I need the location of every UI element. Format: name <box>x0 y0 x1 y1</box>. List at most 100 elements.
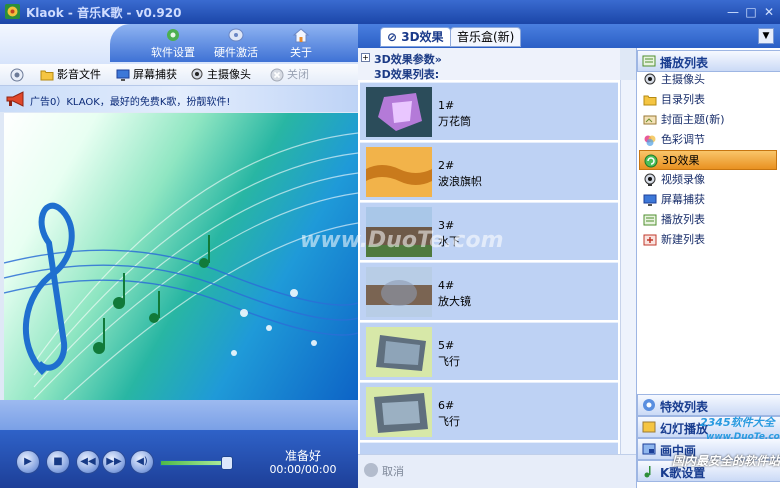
next-icon: ▶▶ <box>106 456 122 467</box>
video-display[interactable] <box>4 113 358 400</box>
effect-params-heading[interactable]: 3D效果参数» <box>374 51 442 67</box>
effects-list: 1# 万花筒 2# 波浪旗帜 3# 水下 4# 放大镜 5# 飞行 6# 飞行 <box>358 80 620 454</box>
sidebar-heading-label: 幻灯播放 <box>660 422 709 436</box>
magnifier-thumbnail <box>366 267 432 317</box>
sidebar-item-video-record[interactable]: 视频录像 <box>639 170 777 190</box>
effect-number: 3# <box>438 219 455 232</box>
sidebar-heading-karaoke-settings[interactable]: K歌设置 <box>637 460 780 482</box>
software-settings-label: 软件设置 <box>151 46 195 59</box>
app-logo-icon <box>5 4 20 19</box>
sidebar-item-label: 封面主题(新) <box>661 113 725 126</box>
effect-item[interactable]: 2# 波浪旗帜 <box>360 142 618 200</box>
effect-name: 飞行 <box>438 415 460 428</box>
cancel-button[interactable]: 取消 <box>382 463 404 479</box>
play-icon: ▶ <box>24 456 32 467</box>
software-settings-button[interactable]: 软件设置 <box>143 25 203 61</box>
sidebar-item-screen-capture[interactable]: 屏幕捕获 <box>639 190 777 210</box>
effect-item[interactable]: 3# 水下 <box>360 202 618 260</box>
audio-settings-button[interactable] <box>10 67 24 83</box>
monitor-icon <box>116 69 130 81</box>
effect-item[interactable]: 4# 放大镜 <box>360 262 618 320</box>
home-icon <box>292 28 310 43</box>
close-icon[interactable]: ✕ <box>762 5 776 19</box>
playback-controls: ▶ ■ ◀◀ ▶▶ ◀) 准备好 00:00/00:00 <box>0 430 358 488</box>
expand-icon[interactable]: + <box>361 53 370 62</box>
sidebar-item-new-list[interactable]: 新建列表 <box>639 230 777 250</box>
previous-button[interactable]: ◀◀ <box>76 450 100 474</box>
tab-music-box[interactable]: 音乐盒(新) <box>450 27 522 47</box>
previous-icon: ◀◀ <box>80 456 96 467</box>
title-bar: Klaok - 音乐K歌 - v0.920 — □ ✕ <box>0 0 780 24</box>
minimize-icon[interactable]: — <box>726 5 740 19</box>
speaker-icon: ◀) <box>136 456 148 467</box>
sidebar-item-label: 播放列表 <box>661 213 705 226</box>
sidebar-heading-label: 播放列表 <box>660 56 709 70</box>
effect-item[interactable]: 1# 万花筒 <box>360 82 618 140</box>
sidebar-item-directory[interactable]: 目录列表 <box>639 90 777 110</box>
window-title: Klaok - 音乐K歌 - v0.920 <box>26 6 182 20</box>
sidebar-heading-label: K歌设置 <box>660 466 706 480</box>
tab-dropdown-button[interactable]: ▼ <box>758 28 774 44</box>
player-time: 00:00/00:00 <box>269 463 337 476</box>
effect-number: 1# <box>438 99 455 112</box>
effect-item[interactable] <box>360 442 618 454</box>
sidebar-heading-effects[interactable]: 特效列表 <box>637 394 780 416</box>
close-media-label: 关闭 <box>287 68 309 81</box>
music-note-icon <box>644 466 651 478</box>
media-file-button[interactable]: 影音文件 <box>40 67 101 83</box>
sidebar-item-cover-theme[interactable]: 封面主题(新) <box>639 110 777 130</box>
sidebar: 播放列表 主摄像头 目录列表 封面主题(新) 色彩调节 3D效果 视频录像 屏幕… <box>636 48 780 488</box>
tab-3d-effects[interactable]: ⊘ 3D效果 <box>380 27 451 47</box>
effect-item[interactable]: 5# 飞行 <box>360 322 618 380</box>
volume-handle[interactable] <box>221 456 233 470</box>
picture-in-picture-icon <box>642 443 656 455</box>
maximize-icon[interactable]: □ <box>744 5 758 19</box>
sidebar-heading-slideshow[interactable]: 幻灯播放 <box>637 416 780 438</box>
effects-panel-header: + 3D效果参数» 3D效果列表: <box>358 48 620 81</box>
mute-button[interactable]: ◀) <box>130 450 154 474</box>
tab-strip: ⊘ 3D效果 音乐盒(新) <box>358 24 780 48</box>
screen-capture-button[interactable]: 屏幕捕获 <box>116 67 177 83</box>
webcam-icon <box>191 68 203 80</box>
effect-name: 万花筒 <box>438 115 471 128</box>
ad-text: 广告0）KLAOK，最好的免费K歌，扮靓软件! <box>30 97 231 108</box>
ad-bar[interactable]: 广告0）KLAOK，最好的免费K歌，扮靓软件! <box>0 86 358 112</box>
speaker-settings-icon <box>10 68 24 82</box>
webcam-icon <box>644 73 656 85</box>
sidebar-item-color-adjust[interactable]: 色彩调节 <box>639 130 777 150</box>
effects-list-icon <box>643 399 655 411</box>
media-file-label: 影音文件 <box>57 68 101 81</box>
sidebar-item-label: 视频录像 <box>661 173 705 186</box>
effect-number: 4# <box>438 279 455 292</box>
cancel-bar: 取消 <box>358 454 636 488</box>
sidebar-item-3d-effects[interactable]: 3D效果 <box>639 150 777 170</box>
effects-scrollbar[interactable] <box>620 80 636 454</box>
tab-music-box-label: 音乐盒(新) <box>457 30 515 44</box>
player-status: 准备好 <box>284 449 321 463</box>
effect-number: 6# <box>438 399 455 412</box>
sidebar-item-playlist[interactable]: 播放列表 <box>639 210 777 230</box>
paperclip-icon: ⊘ <box>387 30 402 44</box>
about-button[interactable]: 关于 <box>271 25 331 61</box>
effect-name: 放大镜 <box>438 295 471 308</box>
slideshow-icon <box>642 421 656 433</box>
next-button[interactable]: ▶▶ <box>102 450 126 474</box>
cancel-icon <box>364 463 378 477</box>
about-label: 关于 <box>290 46 312 59</box>
effect-item[interactable]: 6# 飞行 <box>360 382 618 440</box>
sidebar-item-label: 新建列表 <box>661 233 705 246</box>
main-camera-label: 主摄像头 <box>207 68 251 81</box>
color-adjust-icon <box>644 135 656 146</box>
sidebar-item-main-camera[interactable]: 主摄像头 <box>639 70 777 90</box>
video-record-icon <box>644 173 656 186</box>
hardware-activate-button[interactable]: 硬件激活 <box>206 25 266 61</box>
hardware-activate-icon <box>228 28 244 42</box>
sidebar-heading-picture-in-picture[interactable]: 画中画 <box>637 438 780 460</box>
main-camera-button[interactable]: 主摄像头 <box>190 67 251 83</box>
wave-flag-thumbnail <box>366 147 432 197</box>
stop-button[interactable]: ■ <box>46 450 70 474</box>
sidebar-heading-label: 画中画 <box>660 444 697 458</box>
sidebar-heading-playlist[interactable]: 播放列表 <box>637 50 780 72</box>
play-button[interactable]: ▶ <box>16 450 40 474</box>
close-media-button[interactable]: 关闭 <box>270 67 309 83</box>
